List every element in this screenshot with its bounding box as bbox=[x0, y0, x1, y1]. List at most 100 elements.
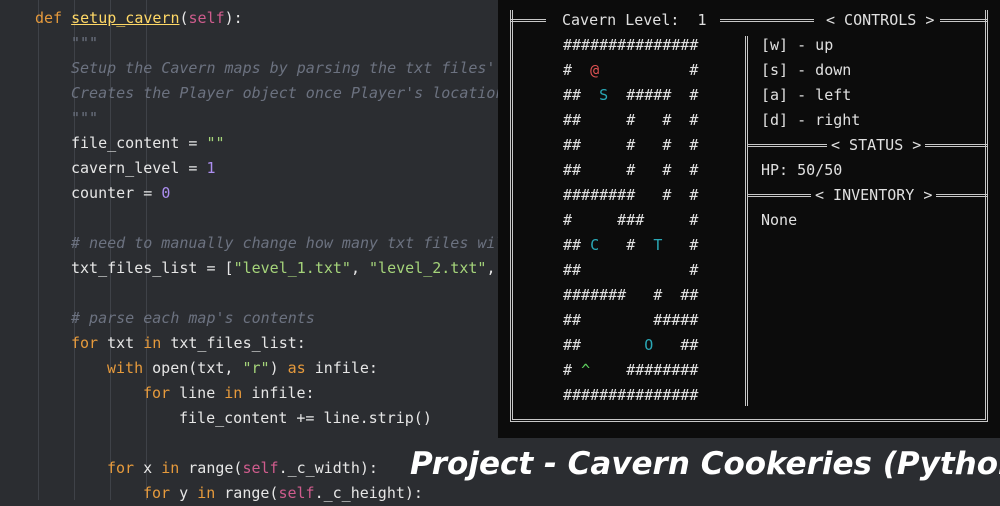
map-entity: @ bbox=[590, 61, 600, 79]
code-token: in bbox=[161, 459, 189, 477]
code-token: "r" bbox=[242, 359, 270, 377]
code-token: "level_2.txt" bbox=[369, 259, 487, 277]
frame-border bbox=[510, 19, 546, 25]
code-token: self bbox=[242, 459, 279, 477]
map-row: ## C # T # bbox=[563, 233, 698, 258]
inventory-list: None bbox=[761, 211, 798, 229]
code-token: in bbox=[197, 484, 225, 502]
code-token: txt_files_list = [ bbox=[71, 259, 234, 277]
status-header: < STATUS > bbox=[827, 133, 926, 158]
code-token: """ bbox=[71, 34, 99, 52]
control-down: [s] - down bbox=[761, 61, 852, 79]
map-entity: ^ bbox=[581, 361, 591, 379]
code-token: infile: bbox=[314, 359, 378, 377]
map-entity: C bbox=[590, 236, 600, 254]
map-tiles: ## bbox=[563, 236, 591, 254]
code-token: ( bbox=[179, 9, 189, 27]
code-token: line bbox=[179, 384, 225, 402]
map-tiles: ## # # # bbox=[563, 161, 699, 179]
map-tiles: ## # bbox=[563, 261, 699, 279]
inventory-header: < INVENTORY > bbox=[811, 183, 937, 208]
map-row: ## ##### bbox=[563, 308, 698, 333]
map-entity: O bbox=[644, 336, 654, 354]
map-tiles: # bbox=[599, 236, 654, 254]
code-token: txt bbox=[107, 334, 144, 352]
terminal-window[interactable]: Cavern Level: 1 < CONTROLS > ###########… bbox=[498, 0, 1000, 438]
code-line: for y in range(self._c_height): bbox=[143, 481, 423, 506]
project-caption: Project - Cavern Cookeries (Python) bbox=[410, 446, 1000, 482]
code-line: counter = 0 bbox=[71, 181, 170, 206]
map-tiles: ######## # # bbox=[563, 186, 699, 204]
code-token: self bbox=[278, 484, 315, 502]
map-tiles: ## # # # bbox=[563, 136, 699, 154]
map-row: # ^ ######## bbox=[563, 358, 698, 383]
map-row: # ### # bbox=[563, 208, 698, 233]
map-row: ## # bbox=[563, 258, 698, 283]
code-token: x bbox=[143, 459, 162, 477]
panel-divider bbox=[745, 36, 748, 406]
code-line: file_content += line.strip() bbox=[179, 406, 432, 431]
map-tiles: # bbox=[662, 236, 699, 254]
code-token: , bbox=[350, 259, 370, 277]
code-token: txt_files_list: bbox=[170, 334, 306, 352]
code-token: 1 bbox=[206, 159, 216, 177]
map-tiles: ## # # # bbox=[563, 111, 699, 129]
code-token: # parse each map's contents bbox=[71, 309, 315, 327]
map-tiles: ######## bbox=[590, 361, 699, 379]
code-token: in bbox=[224, 384, 252, 402]
code-token: """ bbox=[71, 109, 99, 127]
frame-border bbox=[720, 19, 814, 25]
code-line: file_content = "" bbox=[71, 131, 225, 156]
map-row: ## # # # bbox=[563, 133, 698, 158]
map-tiles: ############### bbox=[563, 36, 699, 54]
code-token: 0 bbox=[161, 184, 171, 202]
map-tiles: ## bbox=[563, 86, 600, 104]
map-row: ####### # ## bbox=[563, 283, 698, 308]
control-up: [w] - up bbox=[761, 36, 834, 54]
code-line: for txt in txt_files_list: bbox=[71, 331, 306, 356]
map-tiles: # bbox=[599, 61, 699, 79]
map-tiles: # bbox=[563, 61, 591, 79]
code-line: """ bbox=[71, 106, 98, 131]
code-token: def bbox=[35, 9, 72, 27]
map-row: ######## # # bbox=[563, 183, 698, 208]
code-token: file_content += line.strip() bbox=[179, 409, 432, 427]
code-token: "" bbox=[206, 134, 225, 152]
code-token: ._c_width): bbox=[278, 459, 378, 477]
map-tiles: ## ##### bbox=[563, 311, 699, 329]
code-token: open(txt, bbox=[152, 359, 243, 377]
code-token: range( bbox=[188, 459, 243, 477]
code-line: for line in infile: bbox=[143, 381, 315, 406]
code-token: for bbox=[71, 334, 108, 352]
level-label: Cavern Level: 1 bbox=[558, 8, 711, 33]
code-line: for x in range(self._c_width): bbox=[107, 456, 378, 481]
code-token: with bbox=[107, 359, 153, 377]
hp-readout: HP: 50/50 bbox=[761, 161, 843, 179]
code-token: "level_1.txt" bbox=[233, 259, 351, 277]
code-line: cavern_level = 1 bbox=[71, 156, 216, 181]
code-token: self bbox=[188, 9, 225, 27]
code-line: # parse each map's contents bbox=[71, 306, 315, 331]
code-token: ): bbox=[224, 9, 243, 27]
map-tiles: ############### bbox=[563, 386, 699, 404]
map-entity: S bbox=[599, 86, 609, 104]
map-tiles: ## bbox=[563, 336, 645, 354]
code-token: range( bbox=[224, 484, 279, 502]
code-token: ) bbox=[269, 359, 288, 377]
map-row: ## # # # bbox=[563, 108, 698, 133]
code-token: as bbox=[287, 359, 315, 377]
code-token: infile: bbox=[251, 384, 315, 402]
indent-guide bbox=[38, 0, 39, 500]
controls-header: < CONTROLS > bbox=[822, 8, 939, 33]
code-token: for bbox=[143, 384, 180, 402]
code-line: with open(txt, "r") as infile: bbox=[107, 356, 378, 381]
code-token: y bbox=[179, 484, 198, 502]
control-left: [a] - left bbox=[761, 86, 852, 104]
control-right: [d] - right bbox=[761, 111, 861, 129]
map-tiles: ####### # ## bbox=[563, 286, 699, 304]
code-line: """ bbox=[71, 31, 98, 56]
map-row: ## # # # bbox=[563, 158, 698, 183]
code-token: ._c_height): bbox=[314, 484, 423, 502]
code-token: in bbox=[143, 334, 171, 352]
map-tiles: ## bbox=[653, 336, 699, 354]
